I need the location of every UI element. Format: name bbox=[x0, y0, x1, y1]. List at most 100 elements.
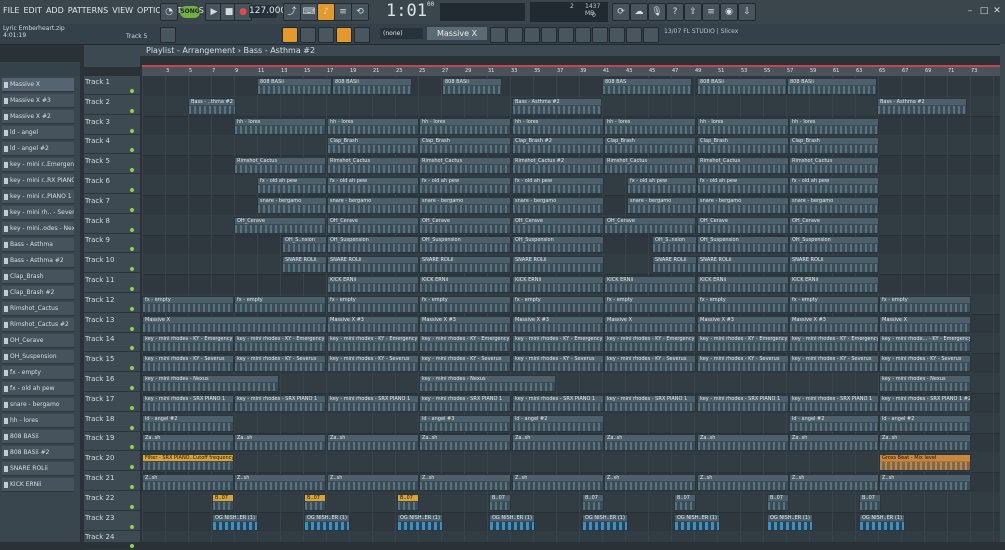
pattern-clip[interactable]: OH_Cerave bbox=[512, 216, 604, 234]
master-volume-knob[interactable] bbox=[160, 27, 176, 43]
pattern-mode-icon[interactable]: ⤴ bbox=[283, 3, 301, 21]
pattern-clip[interactable]: 808 BASii bbox=[697, 78, 787, 95]
loop-record-icon[interactable]: ⟲ bbox=[351, 3, 369, 21]
pattern-clip[interactable]: SNARE ROLii bbox=[652, 256, 697, 274]
pattern-clip[interactable]: Z..sh bbox=[142, 474, 234, 491]
pattern-clip[interactable]: fx - empty bbox=[419, 295, 511, 313]
pattern-clip[interactable]: Massive X bbox=[604, 315, 696, 333]
pattern-clip[interactable]: key - mini rhodes - SRX PIANO 1 bbox=[697, 394, 789, 412]
mixer-icon[interactable] bbox=[541, 27, 557, 43]
pattern-clip[interactable]: OH_Cerave bbox=[697, 216, 789, 234]
pattern-clip[interactable]: SNARE ROLii bbox=[789, 256, 879, 274]
menu-edit[interactable]: EDIT bbox=[23, 6, 41, 15]
pattern-clip[interactable]: ld - angel #2 bbox=[879, 414, 971, 432]
track-enable-led[interactable] bbox=[130, 128, 134, 133]
pattern-clip[interactable]: 808 BASii bbox=[332, 78, 412, 95]
pattern-clip[interactable]: fx - empty bbox=[789, 295, 879, 313]
online-icon[interactable]: ☁ bbox=[630, 3, 648, 21]
pattern-clip[interactable]: Za..sh bbox=[789, 434, 879, 452]
pattern-clip[interactable]: Massive X #3 bbox=[789, 315, 879, 333]
pattern-clip[interactable]: OG NISH..ER (1) bbox=[304, 513, 350, 531]
pattern-clip[interactable]: OH_Suspension bbox=[512, 236, 604, 254]
pattern-clip[interactable]: fx - old ah pew bbox=[419, 177, 511, 194]
picker-item[interactable]: Rimshot_Cactus bbox=[2, 302, 74, 316]
pattern-clip[interactable]: key - mini rhodes - Nexus bbox=[142, 375, 279, 392]
pattern-clip[interactable]: Z..sh bbox=[327, 474, 419, 491]
track-header[interactable]: Track 23 bbox=[84, 512, 140, 531]
pattern-clip[interactable]: OG NISH..ER (1) bbox=[674, 513, 720, 531]
pattern-clip[interactable]: Rimshot_Cactus #2 bbox=[512, 157, 604, 175]
track-header[interactable]: Track 2 bbox=[84, 96, 140, 115]
pattern-clip[interactable]: OH_Cerave bbox=[604, 216, 696, 234]
pattern-clip[interactable]: key - mini rhodes - SRX PIANO 1 bbox=[234, 394, 326, 412]
timeline-ruler[interactable]: 3 5 7 9 11 13 15 17 19 21 23 25 27 29 31 33 35 37 39 41 43 45… bbox=[142, 67, 1005, 76]
track-enable-led[interactable] bbox=[130, 247, 134, 252]
pattern-clip[interactable]: snare - bergamo bbox=[627, 196, 697, 214]
pattern-clip[interactable]: SNARE ROLii bbox=[419, 256, 511, 274]
track-header[interactable]: Track 21 bbox=[84, 472, 140, 491]
pattern-clip[interactable]: Bass - ..thma #2 bbox=[188, 97, 236, 115]
pattern-clip[interactable]: key - mini rhodes - KY - Severus bbox=[327, 355, 419, 373]
track-enable-led[interactable] bbox=[130, 188, 134, 192]
track-header[interactable]: Track 1 bbox=[84, 76, 140, 95]
pattern-clip[interactable]: Za..sh bbox=[604, 434, 696, 452]
pattern-clip[interactable]: KICK ERNii bbox=[419, 276, 511, 293]
pattern-clip[interactable]: Za..sh bbox=[512, 434, 604, 452]
pattern-clip[interactable]: Z..sh bbox=[419, 474, 511, 491]
pattern-clip[interactable]: fx - old ah pew bbox=[697, 177, 789, 194]
pattern-clip[interactable]: snare - bergamo bbox=[327, 196, 419, 214]
picker-item[interactable]: 808 BASii #2 bbox=[2, 446, 74, 460]
pattern-clip[interactable]: Za..sh bbox=[327, 434, 419, 452]
pattern-clip[interactable]: fx - empty bbox=[512, 295, 604, 313]
track-enable-led[interactable] bbox=[130, 386, 134, 390]
mic-icon[interactable] bbox=[609, 27, 625, 43]
pattern-clip[interactable]: hh - lores bbox=[697, 117, 789, 135]
pattern-clip[interactable]: hh - lores bbox=[604, 117, 696, 135]
chat-icon[interactable]: ◉ bbox=[720, 3, 738, 21]
pattern-clip[interactable]: key - mini rhodes - KY - Severus bbox=[879, 355, 971, 373]
tempo-display[interactable]: 127.000 bbox=[249, 5, 286, 18]
pattern-clip[interactable]: Clap_Brash #2 bbox=[512, 137, 604, 155]
pattern-clip[interactable]: Massive X #3 bbox=[419, 315, 511, 333]
track-lane[interactable] bbox=[142, 452, 1005, 474]
pattern-clip[interactable]: 808 BASii bbox=[787, 78, 877, 95]
pattern-clip[interactable]: key - mini rhodes - KY - Severus bbox=[604, 355, 696, 373]
pattern-clip[interactable]: Z..sh bbox=[789, 474, 879, 491]
track-enable-led[interactable] bbox=[130, 168, 134, 173]
track-header[interactable]: Track 11 bbox=[84, 274, 140, 293]
step-edit-icon[interactable]: ♪ bbox=[317, 3, 335, 21]
menu-view[interactable]: VIEW bbox=[112, 6, 133, 15]
track-header[interactable]: Track 3 bbox=[84, 116, 140, 135]
picker-item[interactable]: fx - old ah pew bbox=[2, 382, 74, 396]
pattern-clip[interactable]: OG NISH..ER (1) bbox=[767, 513, 813, 531]
pattern-clip[interactable]: Clap_Brash bbox=[419, 137, 511, 155]
microphone-icon[interactable]: 🎙 bbox=[648, 3, 666, 21]
track-enable-led[interactable] bbox=[130, 485, 134, 489]
pattern-clip[interactable]: key - mini rhodes - SRX PIANO 1 bbox=[142, 394, 234, 412]
track-header[interactable]: Track 24 bbox=[84, 531, 140, 550]
track-header[interactable]: Track 12 bbox=[84, 294, 140, 313]
pattern-clip[interactable]: Z..sh bbox=[234, 474, 326, 491]
pattern-clip[interactable]: key - mini rhodes - KY - Emergency bbox=[512, 335, 604, 353]
pattern-clip[interactable]: key - mini rhodes - KY - Severus bbox=[234, 355, 326, 373]
pattern-clip[interactable]: snare - bergamo bbox=[697, 196, 789, 214]
track-header[interactable]: Track 7 bbox=[84, 195, 140, 214]
pattern-clip[interactable]: Clap_Brash bbox=[604, 137, 696, 155]
pattern-clip[interactable]: fx - old ah pew bbox=[627, 177, 697, 194]
pattern-clip[interactable]: key - mini rhodes - SRX PIANO 1 bbox=[419, 394, 511, 412]
pattern-clip[interactable]: Clap_Brash bbox=[789, 137, 879, 155]
track-header[interactable]: Track 14 bbox=[84, 333, 140, 353]
pattern-clip[interactable]: ld - angel #2 bbox=[512, 414, 604, 432]
menu-file[interactable]: FILE bbox=[3, 6, 19, 15]
snap-icon[interactable] bbox=[282, 27, 298, 43]
pattern-clip[interactable]: fx - empty bbox=[234, 295, 326, 313]
pattern-clip[interactable]: snare - bergamo bbox=[257, 196, 327, 214]
blend-notes-icon[interactable]: ≡ bbox=[334, 3, 352, 21]
plugin-icon[interactable] bbox=[626, 27, 642, 43]
track-header[interactable]: Track 19 bbox=[84, 432, 140, 452]
track-enable-led[interactable] bbox=[130, 425, 134, 430]
track-header[interactable]: Track 13 bbox=[84, 314, 140, 333]
picker-item[interactable]: key - mini r..RX PIANO 1 bbox=[2, 174, 74, 188]
picker-item[interactable]: Clap_Brash #2 bbox=[2, 286, 74, 300]
pattern-clip[interactable]: Massive X #3 bbox=[697, 315, 789, 333]
